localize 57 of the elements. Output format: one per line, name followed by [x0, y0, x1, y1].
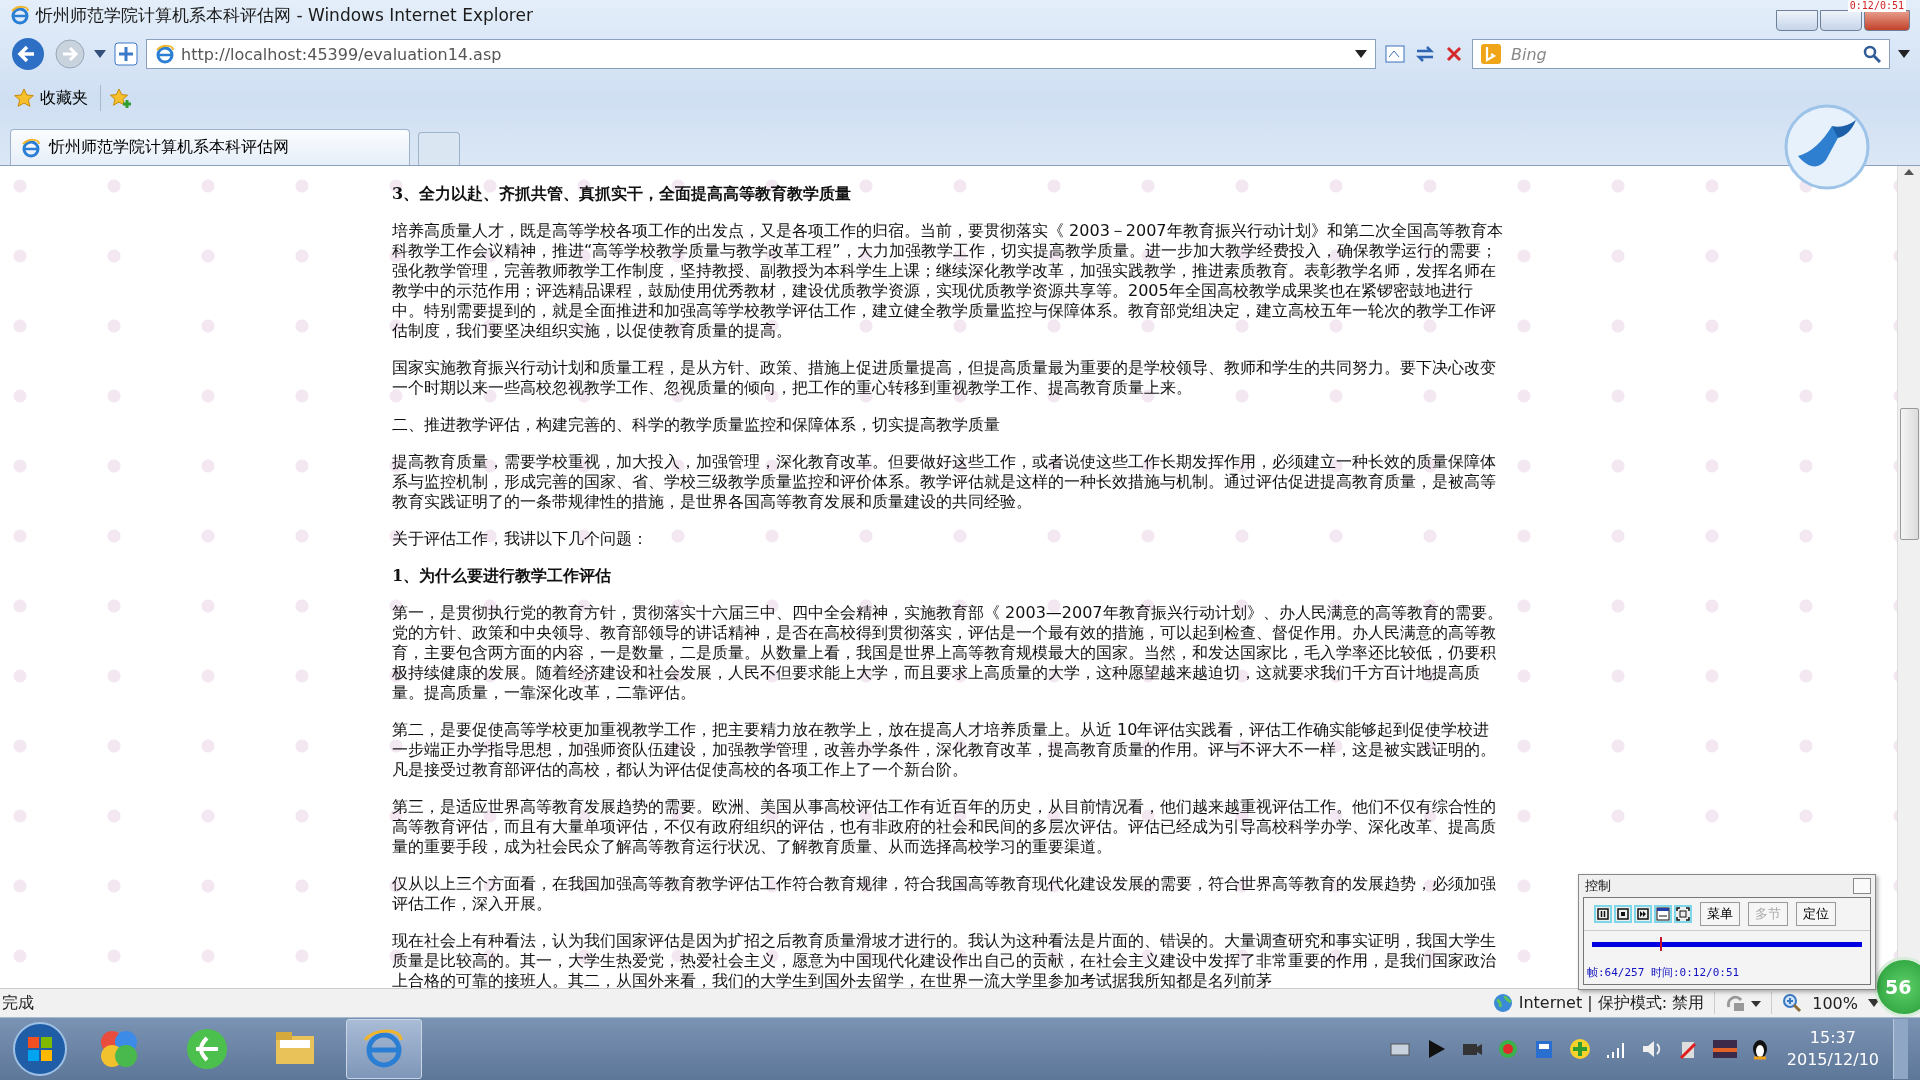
recording-timer: 0:12/0:51 [1847, 0, 1906, 12]
dropdown-icon[interactable] [94, 50, 106, 58]
bing-logo-icon [1481, 44, 1501, 64]
protected-mode-icon[interactable] [1725, 993, 1762, 1013]
paragraph: 第三，是适应世界高等教育发展趋势的需要。欧洲、美国从事高校评估工作有近百年的历史，从目前情况看，他们越来越重视评估工作。他们不仅有综合性的高等教育评估，而且有大量单项评估，不仅有政府组织的评估，也有非政府的社会和民间的多层次评估。评估已经成为引导高校科学办学、深化改革、提高质量的重要手段，成为社会民众了解高等教育运行状况、了解教育质量、从而选择高校学习的重要渠道。 [392, 797, 1497, 857]
close-button[interactable] [1853, 878, 1871, 894]
paragraph: 提高教育质量，需要学校重视，加大投入，加强管理，深化教育改革。但要做好这些工作，或者说使这些工作长期发挥作用，必须建立一种长效的质量保障体系与监控机制，形成完善的国家、省、学校三级教学质量监控和评价体系。教学评估就是这样的一种长效措施与机制。通过评估促进提高教育质量，是被高等教育实践证明了的一条带规律性的措施，是世界各国高等教育发展和质量建设的共同经验。 [392, 452, 1497, 512]
security-zone-text: Internet | 保护模式: 禁用 [1518, 992, 1705, 1014]
add-favorite-icon[interactable] [109, 87, 133, 109]
clock-time[interactable]: 15:37 [1809, 1027, 1856, 1049]
scrollbar-thumb[interactable] [1899, 408, 1919, 540]
page-icon [21, 137, 41, 158]
zoom-icon[interactable] [1782, 993, 1803, 1013]
url-text: http://localhost:45399/evaluation14.asp [181, 44, 503, 64]
toolbar-button[interactable]: 菜单 [1700, 902, 1740, 926]
stop-icon[interactable] [1616, 907, 1630, 921]
search-icon[interactable] [1863, 45, 1881, 63]
dropdown-icon[interactable] [1355, 50, 1367, 58]
pause-icon[interactable] [1596, 907, 1610, 921]
browser-icon [10, 5, 30, 25]
minimize-button[interactable] [1776, 10, 1818, 31]
paragraph: 第二，是要促使高等学校更加重视教学工作，把主要精力放在教学上，放在提高人才培养质量上。从近 10年评估实践看，评估工作确实能够起到促使学校进一步端正办学指导思想，加强师资队伍建设，加强教学管理，改善办学条件，深化教育改革，提高教育质量的作用。评与不评大不一样，这是被实践证明的。凡是接受过教育部评估的高校，都认为评估促使高校的各项工作上了一个新台阶。 [392, 720, 1497, 780]
toolbar-button[interactable]: 定位 [1796, 902, 1836, 926]
fast-forward-icon[interactable] [1636, 907, 1650, 921]
star-icon [14, 88, 34, 108]
window-title: 忻州师范学院计算机系本科评估网 - Windows Internet Explorer [36, 3, 533, 27]
progress-marker[interactable] [1659, 937, 1662, 951]
paragraph: 现在社会上有种看法，认为我们国家评估是因为扩招之后教育质量滑坡才进行的。我认为这种看法是片面的、错误的。大量调查研究和事实证明，我国大学生质量是比较高的。其一，大学生热爱党，热爱社会主义，愿意为中国现代化建设作出自己的贡献，在社会主义建设中发挥了非常重要的作用，是我们国家政治上合格的可靠的接班人。其二，从国外来看，我们的大学生到国外去留学，在世界一流大学里参加考试据我所知都是名列前茅 [392, 931, 1497, 988]
section-heading: 1、为什么要进行教学工作评估 [392, 566, 613, 586]
sunset-thumbnail-icon[interactable] [1712, 1038, 1737, 1060]
paragraph: 关于评估工作，我讲以下几个问题： [392, 529, 649, 549]
browser-tab[interactable]: 忻州师范学院计算机系本科评估网 [10, 129, 410, 165]
page-icon [155, 44, 175, 64]
dropdown-icon[interactable] [1898, 50, 1910, 58]
fit-width-icon[interactable] [1656, 907, 1670, 921]
start-button-icon[interactable] [12, 1021, 68, 1077]
add-icon[interactable] [114, 42, 138, 66]
close-button[interactable] [1864, 10, 1910, 31]
search-field[interactable]: Bing [1472, 39, 1890, 69]
paragraph: 国家实施教育振兴行动计划和质量工程，是从方针、政策、措施上促进质量提高，但提高质量最为重要的是学校领导、教师和学生的共同努力。要下决心改变一个时期以来一些高校忽视教学工作、忽视质量的倾向，把工作的重心转移到重视教学工作、提高教育质量上来。 [392, 358, 1497, 398]
paragraph: 二、推进教学评估，构建完善的、科学的教学质量监控和保障体系，切实提高教学质量 [392, 415, 1001, 435]
fullscreen-icon[interactable] [1676, 907, 1690, 921]
globe-icon [1492, 993, 1513, 1013]
forward-icon[interactable] [54, 38, 86, 70]
back-icon[interactable] [10, 36, 46, 72]
section-heading: 3、全力以赴、齐抓共管、真抓实干，全面提高高等教育教学质量 [392, 184, 853, 204]
status-text: 完成 [2, 992, 34, 1014]
zoom-level[interactable]: 100% [1812, 993, 1858, 1013]
address-field[interactable]: http://localhost:45399/evaluation14.asp [146, 39, 1376, 69]
clock-date[interactable]: 2015/12/10 [1786, 1049, 1879, 1071]
frame-time-info: 帧:64/257 时间:0:12/0:51 [1586, 965, 1741, 981]
paragraph: 仅从以上三个方面看，在我国加强高等教育教学评估工作符合教育规律，符合我国高等教育现代化建设发展的需要，符合世界高等教育的发展趋势，必须加强评估工作，深入开展。 [392, 874, 1497, 914]
paragraph: 培养高质量人才，既是高等学校各项工作的出发点，又是各项工作的归宿。当前，要贯彻落实《 2003－2007年教育振兴行动计划》和第二次全国高等教育本科教学工作会议精神，推进“高等学校教学质量与教学改革工程”，大力加强教学工作，切实提高教学质量。进一步加大教学经费投入，确保教学运行的需要；强化教学管理，完善教师教学工作制度，坚持教授、副教授为本科学生上课；继续深化教学改革，加强实践教学，推进素质教育。表彰教学名师，发挥名师在教学中的示范作用；评选精品课程，鼓励使用优秀教材，建设优质教学资源，实现优质教学资源共享等。2005年全国高校教学成果奖也在紧锣密鼓地进行中。特别需要提到的，就是全面推进和加强高等学校教学评估工作，建立健全教学质量监控与保障体系。教育部党组决定，建立高校五年一轮次的教学工作评估制度，我们要坚决组织实施，以促使教育质量的提高。 [392, 221, 1504, 341]
panel-title: 控制 [1585, 877, 1611, 895]
maximize-button[interactable] [1820, 10, 1862, 31]
favorites-button[interactable]: 收藏夹 [10, 85, 92, 111]
paragraph: 第一，是贯彻执行党的教育方针，贯彻落实十六届三中、四中全会精神，实施教育部《 2003—2007年教育振兴行动计划》、办人民满意的高等教育的需要。党的方针、政策和中央领导、教育部领导的讲话精神，是否在高校得到贯彻落实，评估是一个最有效的措施，可以起到检查、督促作用。办人民满意的高等教育，主要包含两方面的内容，一是数量，二是质量。从数量上看，我国是世界上高等教育规模最大的国家。当然，和发达国家比，毛入学率还比较低，仍要积极持续健康的发展。随着经济建设和社会发展，人民不但要求能上大学，而且要求上高质量的大学，这种愿望越来越迫切，这就要求我们千方百计地提高质量。提高质量，一靠深化改革，二靠评估。 [392, 603, 1504, 703]
